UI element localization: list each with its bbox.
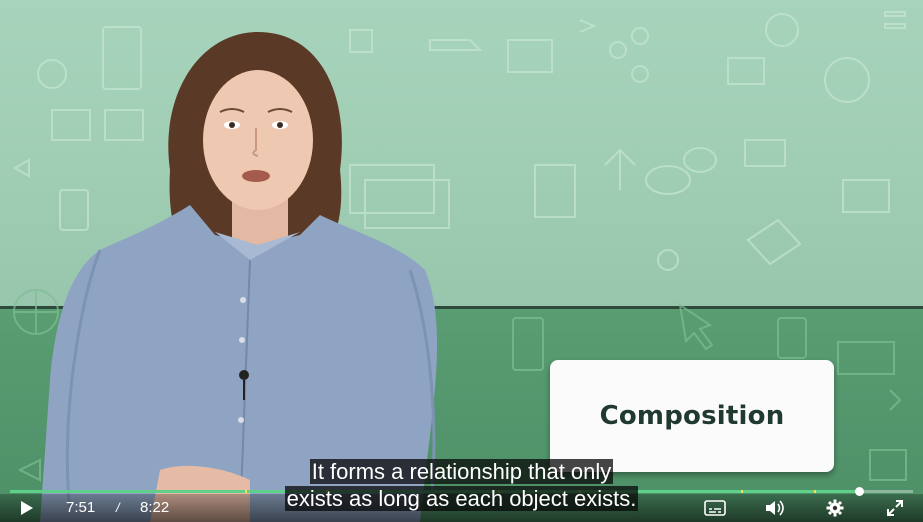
captions-icon	[704, 500, 726, 516]
volume-icon	[766, 500, 784, 516]
gear-icon	[826, 499, 844, 517]
chapter-marker	[741, 490, 744, 493]
chapter-marker	[578, 490, 581, 493]
captions-button[interactable]	[700, 494, 730, 522]
play-icon	[21, 501, 33, 515]
time-separator: /	[116, 500, 120, 515]
play-button[interactable]	[10, 494, 42, 522]
progress-played	[10, 490, 859, 493]
current-time: 7:51	[66, 499, 96, 516]
volume-button[interactable]	[760, 494, 790, 522]
fullscreen-icon	[887, 500, 903, 516]
chapter-marker	[497, 490, 500, 493]
video-player[interactable]: Composition It forms a relationship that…	[0, 0, 923, 522]
chapter-marker	[813, 490, 816, 493]
settings-button[interactable]	[820, 494, 850, 522]
title-card-text: Composition	[599, 401, 785, 431]
progress-bar[interactable]	[10, 487, 913, 496]
fullscreen-button[interactable]	[880, 494, 910, 522]
title-card: Composition	[550, 360, 834, 472]
duration: 8:22	[140, 499, 170, 516]
progress-handle[interactable]	[854, 487, 864, 496]
chapter-marker	[244, 490, 247, 493]
chapter-marker	[326, 490, 329, 493]
